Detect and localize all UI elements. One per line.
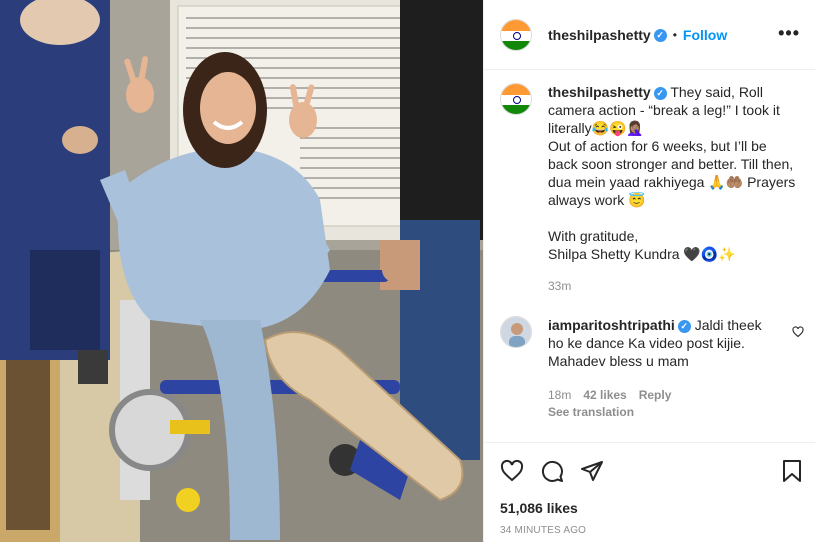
see-translation-link[interactable]: See translation	[548, 405, 634, 419]
caption-timestamp[interactable]: 33m	[548, 279, 571, 293]
separator-dot: •	[672, 28, 677, 42]
comment-likes[interactable]: 42 likes	[583, 388, 626, 402]
commenter-avatar[interactable]	[500, 316, 532, 348]
header-author-row: theshilpashetty ✓ • Follow	[548, 26, 727, 44]
commenter-photo-icon	[501, 317, 531, 347]
author-avatar[interactable]	[500, 19, 532, 51]
comment-body: iamparitoshtripathi ✓ Jaldi theek ho ke d…	[548, 316, 778, 370]
small-heart-icon[interactable]	[792, 325, 804, 343]
follow-button[interactable]: Follow	[683, 27, 727, 43]
verified-badge-icon: ✓	[677, 319, 691, 333]
caption-line-4: Shilpa Shetty Kundra 🖤🧿✨	[548, 246, 736, 262]
reply-button[interactable]: Reply	[639, 388, 672, 402]
more-options-icon[interactable]: •••	[778, 24, 800, 42]
comment-meta: 18m 42 likes Reply	[548, 388, 671, 402]
caption-username[interactable]: theshilpashetty	[548, 84, 651, 100]
comment-icon[interactable]	[540, 459, 564, 488]
post-actions: 51,086 likes 34 MINUTES AGO	[484, 442, 815, 542]
india-flag-avatar-icon	[501, 84, 531, 114]
author-username[interactable]: theshilpashetty	[548, 27, 651, 43]
post-timestamp[interactable]: 34 MINUTES AGO	[500, 525, 586, 536]
comment-time[interactable]: 18m	[548, 388, 571, 402]
heart-icon[interactable]	[500, 459, 524, 488]
comments-section: theshilpashetty ✓ They said, Roll camera …	[484, 71, 815, 441]
post-caption: theshilpashetty ✓ They said, Roll camera …	[548, 83, 800, 263]
likes-count[interactable]: 51,086 likes	[500, 500, 578, 516]
caption-avatar[interactable]	[500, 83, 532, 115]
caption-line-3: With gratitude,	[548, 228, 639, 244]
verified-badge-icon: ✓	[653, 28, 667, 42]
post-side-panel: theshilpashetty ✓ • Follow ••• theshilpa…	[483, 0, 815, 542]
post-header: theshilpashetty ✓ • Follow •••	[484, 0, 815, 70]
india-flag-avatar-icon	[501, 20, 531, 50]
photo-illustration	[0, 0, 483, 542]
post-photo[interactable]	[0, 0, 483, 542]
caption-line-2: Out of action for 6 weeks, but I’ll be b…	[548, 138, 796, 208]
share-icon[interactable]	[580, 459, 604, 488]
commenter-username[interactable]: iamparitoshtripathi	[548, 317, 675, 333]
verified-badge-icon: ✓	[653, 86, 667, 100]
bookmark-icon[interactable]	[780, 459, 804, 488]
